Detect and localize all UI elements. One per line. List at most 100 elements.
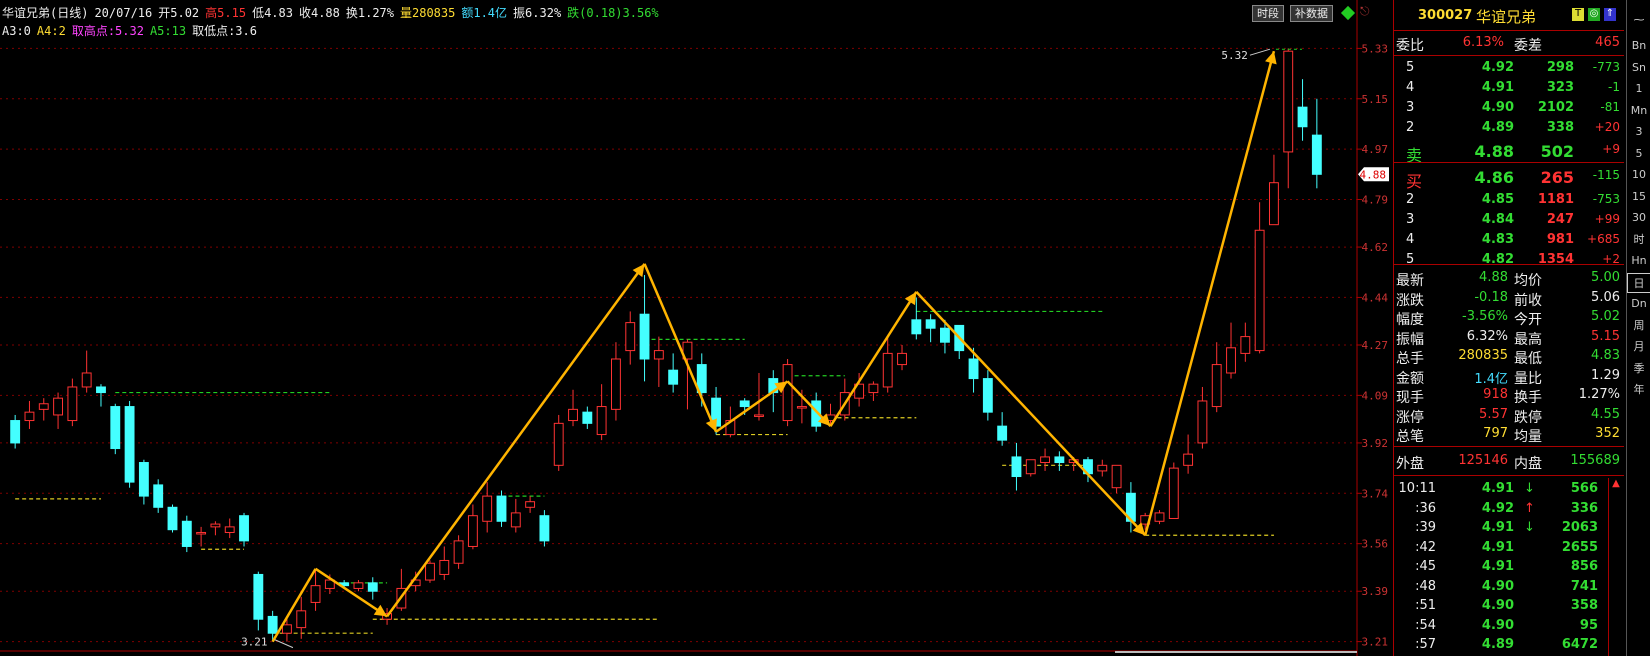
candle-down — [367, 582, 378, 592]
trend-arrow-head — [632, 263, 645, 278]
tick-time: :51 — [1415, 598, 1436, 613]
candle-up — [653, 350, 664, 360]
kline-chart[interactable]: 5.33 5.15 4.97 4.79 4.62 4.44 4.27 4.09 3.92 3.74… — [0, 0, 1390, 656]
wb-label: 委比 — [1396, 38, 1424, 54]
tick-scrollbar[interactable]: ▲ — [1608, 478, 1623, 656]
sell-change: -1 — [1608, 80, 1620, 94]
tick-row: :57 4.89 6472 — [1394, 635, 1624, 655]
tick-time: :42 — [1415, 539, 1436, 555]
buy-price: 4.84 — [1481, 212, 1514, 227]
scroll-up-icon[interactable]: ▲ — [1609, 478, 1623, 489]
candle-up — [353, 582, 364, 589]
buy-level-3: 3 4.84 247 +99 — [1394, 210, 1624, 230]
period-15[interactable]: 15 — [1627, 187, 1650, 207]
buy-level-4: 4 4.83 981 +685 — [1394, 230, 1624, 250]
y-tick-label: 3.21 — [1362, 636, 1389, 649]
y-tick-label: 4.44 — [1362, 291, 1389, 304]
sell-change: -81 — [1600, 100, 1620, 114]
stat-row: 幅度 -3.56% 今开 5.02 — [1394, 307, 1624, 328]
period-周[interactable]: 周 — [1627, 316, 1650, 336]
tick-volume: 336 — [1570, 500, 1598, 516]
period-日[interactable]: 日 — [1627, 272, 1650, 293]
y-tick-label: 3.74 — [1362, 487, 1389, 500]
tick-volume: 2655 — [1561, 539, 1598, 555]
trend-arrow-line — [643, 263, 718, 433]
candle-down — [1297, 106, 1308, 128]
buy-volume: 247 — [1546, 212, 1574, 227]
chart-wave-icon[interactable]: ⁓ — [1627, 10, 1650, 30]
period-1[interactable]: 1 — [1627, 79, 1650, 99]
quote-panel: 300027 华谊兄弟 T ◎ ⇑ 委比 6.13% 委差 465 5 4.92 2… — [1393, 0, 1624, 656]
period-时[interactable]: 时 — [1627, 230, 1650, 250]
trend-arrow-head — [373, 604, 388, 617]
candle-up — [439, 559, 450, 575]
trend-arrow-line — [715, 380, 789, 433]
stock-name-panel: 华谊兄弟 — [1476, 8, 1537, 26]
min-price-label: 3.21 — [241, 636, 268, 649]
period-Mn[interactable]: Mn — [1627, 101, 1650, 121]
fill-data-button[interactable]: 补数据 — [1290, 5, 1333, 22]
sell-level-label: 5 — [1406, 60, 1415, 75]
candle-up — [467, 515, 478, 547]
amount-value: 额1.4亿 — [461, 6, 508, 20]
candle-up — [868, 383, 879, 394]
sell-change: +20 — [1594, 120, 1620, 134]
stat-row: 总手 280835 最低 4.83 — [1394, 346, 1624, 367]
tick-price: 4.91 — [1481, 520, 1514, 535]
period-30[interactable]: 30 — [1627, 208, 1650, 228]
period-月[interactable]: 月 — [1627, 337, 1650, 357]
buy-change: -115 — [1592, 168, 1620, 182]
tick-direction-icon: ↓ — [1524, 520, 1535, 535]
tick-price: 4.89 — [1481, 637, 1514, 652]
period-sidebar: Bn Sn 1 Mn 3 5 10 15 30 时 Hn 日 Dn 周月季年 ⁓ — [1626, 0, 1650, 656]
timeshare-button[interactable]: 时段 — [1252, 5, 1284, 22]
stat-row: 涨跌 -0.18 前收 5.06 — [1394, 288, 1624, 309]
period-Sn[interactable]: Sn — [1627, 58, 1650, 78]
candle-up — [1183, 453, 1194, 466]
collapse-icon[interactable]: ⇑ — [1604, 8, 1616, 21]
tick-volume: 856 — [1570, 559, 1598, 574]
refresh-icon[interactable]: ◎ — [1588, 8, 1600, 21]
period-3[interactable]: 3 — [1627, 122, 1650, 142]
indicator-a5: A5:13 — [149, 24, 187, 38]
period-年[interactable]: 年 — [1627, 380, 1650, 400]
sell-level-label: 4 — [1406, 80, 1415, 95]
tick-volume: 2063 — [1561, 520, 1598, 535]
period-Bn[interactable]: Bn — [1627, 36, 1650, 56]
buy-change: +99 — [1594, 212, 1620, 226]
wb-value: 6.13% — [1462, 35, 1504, 50]
candle-down — [239, 515, 249, 542]
candle-up — [1211, 364, 1222, 408]
kline-chart-area[interactable]: 5.33 5.15 4.97 4.79 4.62 4.44 4.27 4.09 3.92 3.74… — [0, 0, 1390, 656]
sell-volume: 323 — [1546, 80, 1574, 95]
candle-up — [81, 372, 92, 388]
tick-price: 4.90 — [1481, 617, 1514, 633]
stat-value: 5.15 — [1591, 328, 1620, 344]
stat-value: 5.02 — [1591, 309, 1620, 324]
period-Dn[interactable]: Dn — [1627, 294, 1650, 314]
low-value: 低4.83 — [252, 6, 293, 20]
change-value: 跌(0.18)3.56% — [567, 6, 659, 20]
tick-time: :54 — [1415, 617, 1436, 633]
sell-level-4: 4 4.91 323 -1 — [1394, 78, 1624, 98]
candle-down — [925, 319, 936, 329]
period-5[interactable]: 5 — [1627, 144, 1650, 164]
candle-up — [224, 526, 235, 533]
candle-up — [67, 386, 78, 422]
candle-up — [754, 414, 764, 417]
tick-volume: 95 — [1579, 617, 1598, 633]
t-icon[interactable]: T — [1572, 8, 1584, 21]
buy-volume: 981 — [1546, 232, 1574, 247]
candle-up — [425, 562, 435, 581]
y-tick-label: 4.79 — [1362, 193, 1389, 206]
inner-label: 内盘 — [1514, 456, 1542, 472]
tick-price: 4.90 — [1481, 578, 1514, 594]
settings-icon[interactable]: ⎋ — [1360, 4, 1372, 18]
stat-label: 均量 — [1514, 429, 1542, 445]
tick-row: :45 4.91 856 — [1394, 557, 1624, 577]
period-季[interactable]: 季 — [1627, 359, 1650, 379]
stat-value: 352 — [1595, 426, 1620, 441]
period-10[interactable]: 10 — [1627, 165, 1650, 185]
period-Hn[interactable]: Hn — [1627, 251, 1650, 271]
candle-down — [124, 406, 135, 483]
